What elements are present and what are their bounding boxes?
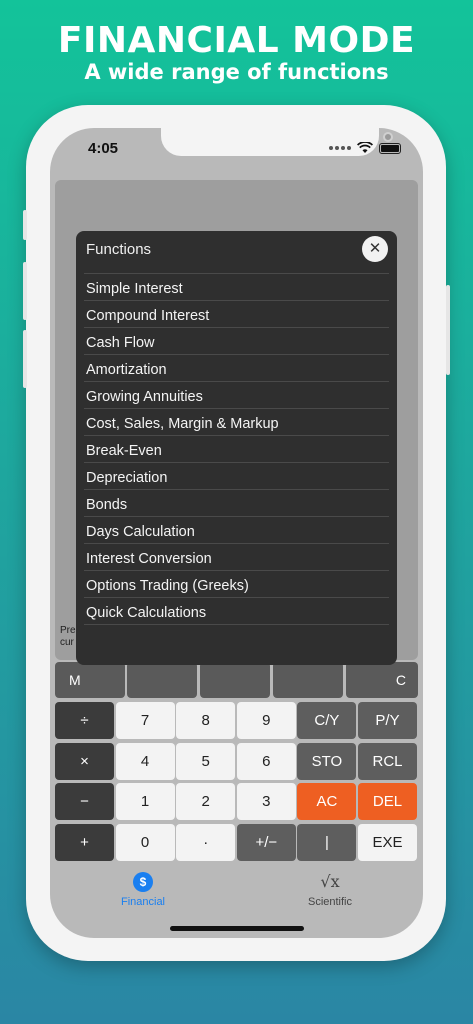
key[interactable]: 2 [176, 783, 236, 820]
key[interactable]: 3 [236, 783, 296, 820]
function-item[interactable]: Depreciation [84, 463, 389, 490]
modal-title: Functions [86, 241, 152, 258]
function-item[interactable]: Quick Calculations [84, 598, 389, 625]
side-button-power [446, 285, 450, 375]
key[interactable]: RCL [358, 742, 417, 780]
key[interactable]: + [55, 823, 114, 861]
banner-subtitle: A wide range of functions [84, 60, 389, 84]
key[interactable]: 0 [115, 823, 175, 861]
phone-screen: 4:05 Pre cur M C ÷ 7 8 9 C/Y P/Y × 4 5 6 STO RCL −1 2… [50, 128, 423, 938]
wifi-icon [357, 142, 373, 153]
sqrt-x-icon: √x [320, 872, 340, 891]
key[interactable]: 7 [115, 702, 175, 739]
banner-title: FINANCIAL MODE [57, 20, 416, 61]
dollar-icon: $ [133, 872, 153, 892]
side-button-volume-up [23, 262, 27, 320]
function-item[interactable]: Compound Interest [84, 301, 389, 328]
side-button-silent [23, 210, 27, 240]
tab-scientific-label: Scientific [307, 896, 353, 908]
key[interactable]: 5 [176, 742, 236, 780]
memory-row: M C [55, 662, 418, 698]
key[interactable]: − [55, 783, 114, 820]
battery-icon [379, 142, 401, 154]
key[interactable]: STO [297, 742, 357, 780]
function-item[interactable]: Amortization [84, 355, 389, 382]
home-indicator[interactable] [170, 926, 304, 931]
function-item[interactable]: Cost, Sales, Margin & Markup [84, 409, 389, 436]
key[interactable]: P/Y [358, 702, 417, 739]
function-item[interactable]: Options Trading (Greeks) [84, 571, 389, 598]
side-button-volume-down [23, 330, 27, 388]
function-item[interactable]: Days Calculation [84, 517, 389, 544]
memory-key-2[interactable] [127, 662, 197, 698]
key[interactable]: AC [297, 783, 357, 820]
close-button[interactable]: ✕ [362, 236, 388, 262]
signal-dots-icon [329, 146, 351, 150]
key[interactable]: EXE [358, 823, 417, 861]
function-item[interactable]: Simple Interest [84, 274, 389, 301]
key[interactable]: × [55, 742, 114, 780]
key[interactable]: 8 [176, 702, 236, 739]
previous-text-line2: cur [60, 637, 74, 648]
key[interactable]: | [297, 823, 357, 861]
key[interactable]: C/Y [297, 702, 357, 739]
close-icon: ✕ [368, 240, 382, 257]
key[interactable]: ÷ [55, 702, 114, 739]
previous-result-text: Pre cur [60, 625, 76, 649]
functions-modal: Functions ✕ Simple Interest Compound Inte… [76, 231, 397, 665]
tab-scientific[interactable]: √x Scientific [270, 872, 390, 908]
previous-text-line1: Pre [60, 625, 76, 636]
key[interactable]: 6 [236, 742, 296, 780]
function-item[interactable]: Bonds [84, 490, 389, 517]
status-icons [329, 142, 401, 154]
memory-key-left[interactable]: M [55, 662, 125, 698]
tab-financial[interactable]: $ Financial [83, 872, 203, 908]
function-item[interactable]: Growing Annuities [84, 382, 389, 409]
key[interactable]: 9 [236, 702, 296, 739]
memory-key-right[interactable]: C [346, 662, 418, 698]
function-item[interactable]: Break-Even [84, 436, 389, 463]
memory-key-3[interactable] [200, 662, 270, 698]
camera-icon [383, 132, 393, 142]
key[interactable]: · [176, 823, 236, 861]
tab-financial-label: Financial [120, 896, 166, 908]
key[interactable]: DEL [358, 783, 417, 820]
key[interactable]: 1 [115, 783, 175, 820]
tab-bar: $ Financial √x Scientific [50, 866, 423, 916]
functions-list: Simple Interest Compound Interest Cash Flo… [84, 273, 389, 625]
key[interactable]: 4 [115, 742, 175, 780]
function-item[interactable]: Cash Flow [84, 328, 389, 355]
function-item[interactable]: Interest Conversion [84, 544, 389, 571]
memory-key-4[interactable] [273, 662, 343, 698]
key[interactable]: +/− [236, 823, 296, 861]
status-time: 4:05 [88, 140, 119, 157]
